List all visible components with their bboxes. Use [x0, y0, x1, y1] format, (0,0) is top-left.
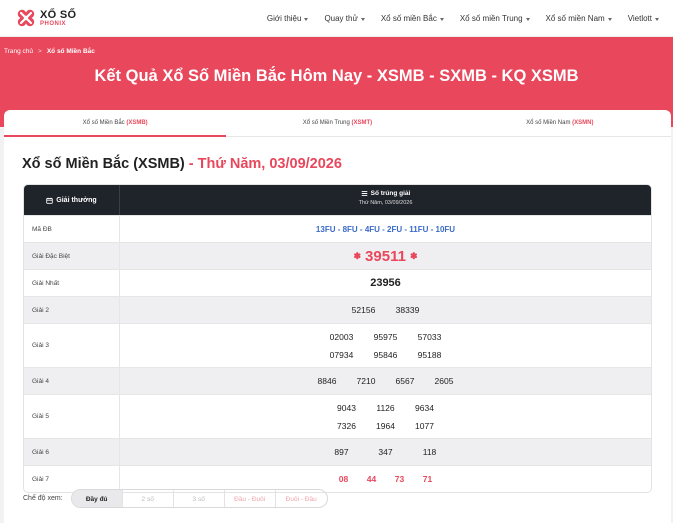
breadcrumb-home[interactable]: Trang chủ [4, 48, 33, 55]
display-mode-bar: Chế độ xem: Đầy đủ 2 số 3 số Đầu - Đuôi … [23, 489, 328, 508]
table-row: Giải 6 897 347 118 [24, 438, 651, 465]
prize-number: 73 [394, 474, 405, 484]
mode-3-digits-button[interactable]: 3 số [174, 490, 225, 507]
prize-number: 52156 [351, 305, 376, 315]
results-table: Giải thưởng Số trúng giải Thứ Năm, 03/09… [23, 184, 652, 493]
chevron-down-icon [360, 17, 365, 21]
prize-label: Mã ĐB [24, 216, 120, 242]
prize-number: 1964 [376, 420, 395, 431]
prize-label: Giải 6 [24, 439, 120, 465]
top-navbar: XỔ SỐ PHONIX Giới thiệu Quay thử Xổ số m… [0, 0, 673, 37]
chevron-down-icon [655, 17, 659, 21]
prize-number: 8846 [317, 376, 337, 386]
table-row: Giải 2 52156 38339 [24, 296, 651, 323]
table-header: Giải thưởng Số trúng giải Thứ Năm, 03/09… [24, 185, 651, 215]
display-mode-label: Chế độ xem: [23, 495, 63, 502]
breadcrumb-current: Xổ số Miền Bắc [46, 48, 95, 55]
prize-number: 57033 [417, 331, 442, 342]
prize-number: 95846 [373, 349, 398, 360]
prize-number: 7326 [337, 420, 356, 431]
nav-gioi-thieu[interactable]: Giới thiệu [267, 14, 309, 23]
prize-number: 08 [338, 474, 349, 484]
section-title: Xổ số Miền Bắc (XSMB) - Thứ Năm, 03/09/2… [22, 156, 342, 172]
mode-tail-head-button[interactable]: Đuôi - Đầu [276, 490, 327, 507]
tab-xsmb[interactable]: Xổ số Miền Bắc (XSMB) [4, 110, 227, 137]
special-code: 13FU - 8FU - 4FU - 2FU - 11FU - 10FU [315, 224, 456, 234]
prize-label: Giải Nhất [24, 270, 120, 296]
nav-vietlott[interactable]: Vietlott [628, 14, 659, 23]
table-row: Giải 4 8846 7210 6567 2605 [24, 367, 651, 394]
prize-label: Giải 4 [24, 368, 120, 394]
first-prize-number: 23956 [370, 277, 401, 289]
prize-number: 95188 [417, 349, 442, 360]
mode-full-button[interactable]: Đầy đủ [71, 490, 123, 507]
chevron-down-icon [607, 17, 612, 21]
list-icon [361, 190, 367, 197]
site-logo[interactable]: XỔ SỐ PHONIX [16, 5, 86, 31]
star-icon: ✽ [353, 250, 362, 261]
display-mode-segmented: Đầy đủ 2 số 3 số Đầu - Đuôi Đuôi - Đầu [70, 489, 328, 508]
prize-number: 897 [334, 447, 349, 457]
draw-date: Thứ Năm, 03/09/2026 [197, 156, 342, 172]
col-numbers-header: Số trúng giải [370, 190, 411, 197]
region-tabs: Xổ số Miền Bắc (XSMB) Xổ số Miền Trung (… [4, 110, 671, 137]
calendar-icon [46, 197, 54, 204]
prize-label: Giải Đặc Biệt [24, 243, 120, 269]
chevron-down-icon [525, 17, 530, 21]
main-nav: Giới thiệu Quay thử Xổ số miền Bắc Xổ số… [267, 0, 659, 37]
prize-number: 38339 [395, 305, 420, 315]
special-prize-number: 39511 [365, 247, 406, 265]
col-prize-header: Giải thưởng [56, 196, 97, 204]
prize-number: 1077 [415, 420, 434, 431]
table-row: Giải 5 9043 1126 9634 7326 1964 1077 [24, 394, 651, 438]
prize-number: 9043 [337, 402, 356, 413]
prize-number: 1126 [376, 402, 395, 413]
table-row: Giải Đặc Biệt ✽ 39511 ✽ [24, 242, 651, 269]
prize-number: 118 [422, 447, 437, 457]
prize-number: 71 [422, 474, 433, 484]
prize-label: Giải 5 [24, 395, 120, 438]
star-icon: ✽ [409, 250, 418, 261]
nav-xs-mien-nam[interactable]: Xổ số miền Nam [546, 14, 612, 23]
page-title: Kết Quả Xổ Số Miền Bắc Hôm Nay - XSMB - … [94, 67, 579, 85]
col-date-header: Thứ Năm, 03/09/2026 [358, 200, 413, 206]
prize-label: Giải 2 [24, 297, 120, 323]
chevron-down-icon [304, 17, 309, 21]
nav-xs-mien-bac[interactable]: Xổ số miền Bắc [381, 14, 444, 23]
logo-title: XỔ SỐ [40, 8, 77, 21]
breadcrumb-separator: > [38, 48, 42, 55]
prize-label: Giải 3 [24, 324, 120, 367]
nav-xs-mien-trung[interactable]: Xổ số miền Trung [460, 14, 530, 23]
mode-2-digits-button[interactable]: 2 số [123, 490, 174, 507]
prize-number: 07934 [329, 349, 354, 360]
results-card: Xổ số Miền Bắc (XSMB) Xổ số Miền Trung (… [4, 110, 671, 523]
prize-number: 9634 [415, 402, 434, 413]
prize-number: 7210 [356, 376, 376, 386]
prize-number: 2605 [434, 376, 454, 386]
table-row: Giải 7 08 44 73 71 [24, 465, 651, 492]
chevron-down-icon [439, 17, 444, 21]
prize-number: 95975 [373, 331, 398, 342]
prize-number: 02003 [329, 331, 354, 342]
nav-quay-thu[interactable]: Quay thử [324, 14, 365, 23]
x-circle-logo-icon [16, 8, 36, 28]
table-row: Mã ĐB 13FU - 8FU - 4FU - 2FU - 11FU - 10… [24, 215, 651, 242]
breadcrumb: Trang chủ > Xổ số Miền Bắc [4, 48, 95, 55]
mode-head-tail-button[interactable]: Đầu - Đuôi [225, 490, 276, 507]
logo-subtitle: PHONIX [40, 20, 67, 27]
table-row: Giải Nhất 23956 [24, 269, 651, 296]
prize-number: 347 [378, 447, 393, 457]
tab-xsmt[interactable]: Xổ số Miền Trung (XSMT) [226, 110, 448, 136]
table-row: Giải 3 02003 95975 57033 07934 95846 951… [24, 323, 651, 367]
tab-xsmn[interactable]: Xổ số Miền Nam (XSMN) [449, 110, 671, 136]
prize-number: 6567 [395, 376, 415, 386]
prize-number: 44 [366, 474, 377, 484]
